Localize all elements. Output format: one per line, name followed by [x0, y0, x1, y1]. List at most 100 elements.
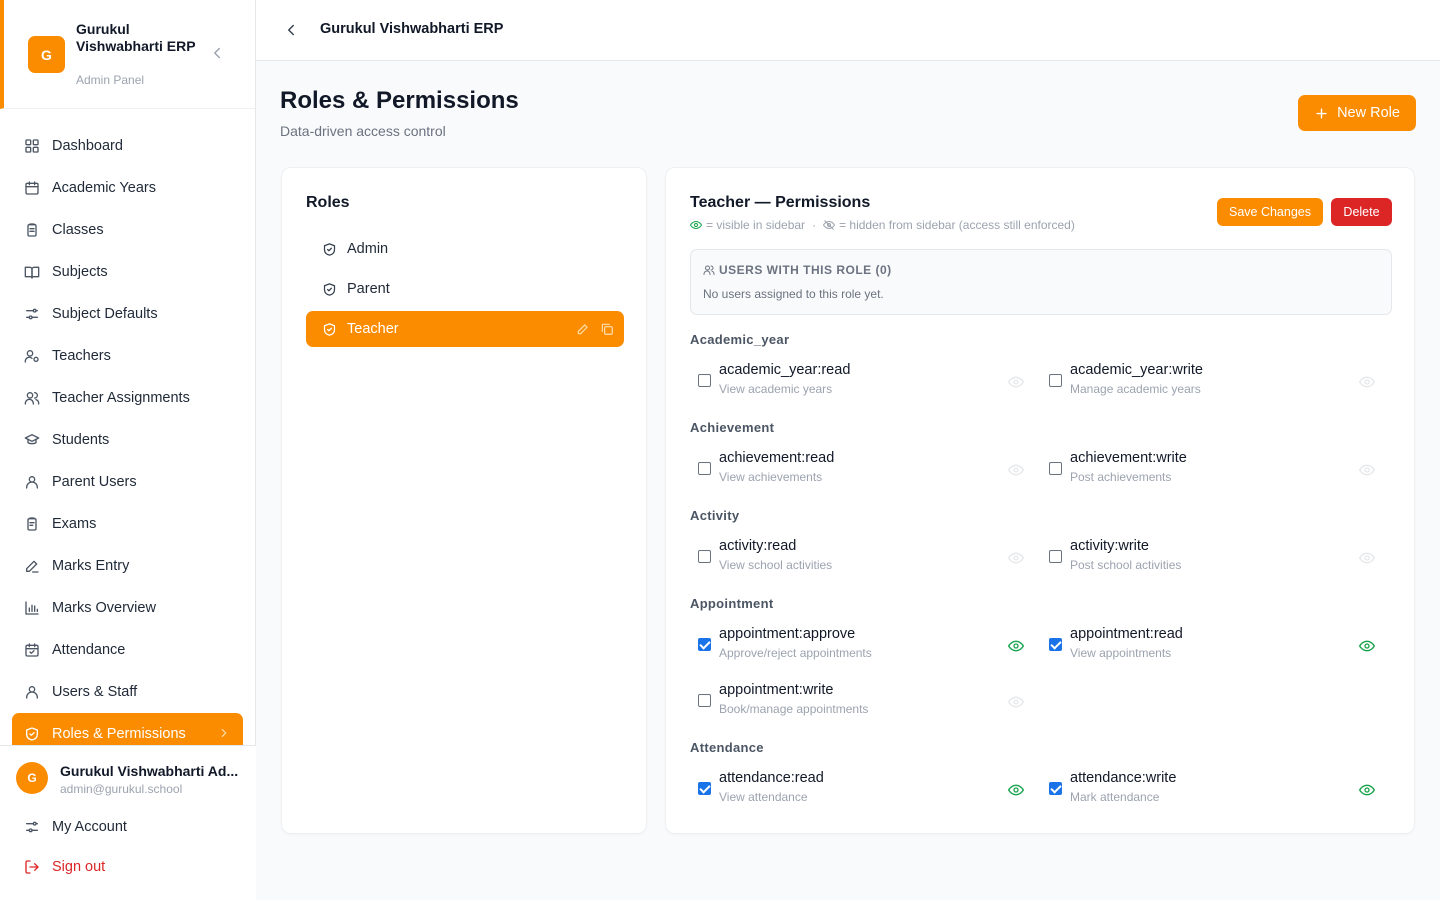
- sidebar-item-label: Subjects: [52, 264, 108, 280]
- sign-out-link[interactable]: Sign out: [24, 857, 105, 877]
- permission-description: View school activities: [719, 558, 833, 572]
- graduation-cap-icon: [24, 432, 40, 448]
- sliders-icon: [24, 306, 40, 322]
- sidebar-item-10[interactable]: Marks Entry: [12, 545, 243, 587]
- permission-checkbox[interactable]: [698, 462, 711, 475]
- eye-off-icon: [823, 219, 836, 231]
- delete-role-button[interactable]: Delete: [1331, 198, 1392, 226]
- my-account-link[interactable]: My Account: [24, 817, 127, 837]
- permission-name: attendance:write: [1070, 770, 1177, 786]
- sidebar-item-14[interactable]: Roles & Permissions: [12, 713, 243, 745]
- sidebar-item-9[interactable]: Exams: [12, 503, 243, 545]
- permission-item: achievement:write Post achievements: [1041, 450, 1376, 490]
- sidebar-item-4[interactable]: Subject Defaults: [12, 293, 243, 335]
- eye-icon[interactable]: [1008, 373, 1025, 390]
- sidebar-item-12[interactable]: Attendance: [12, 629, 243, 671]
- role-name: Teacher: [347, 321, 399, 337]
- permission-checkbox[interactable]: [1049, 782, 1062, 795]
- permission-item: attendance:write Mark attendance: [1041, 770, 1376, 810]
- pen-icon: [24, 558, 40, 574]
- sidebar-item-label: Subject Defaults: [52, 306, 158, 322]
- roles-panel: Roles Admin Parent Teacher: [281, 167, 647, 834]
- role-item[interactable]: Teacher: [306, 311, 624, 347]
- permission-description: View appointments: [1070, 646, 1172, 660]
- permission-checkbox[interactable]: [1049, 550, 1062, 563]
- sidebar-nav: Dashboard Academic Years Classes Subjects Su…: [12, 125, 243, 745]
- permission-checkbox[interactable]: [698, 782, 711, 795]
- permission-description: Approve/reject appointments: [719, 646, 872, 660]
- permission-checkbox[interactable]: [698, 374, 711, 387]
- book-icon: [24, 264, 40, 280]
- permission-item: activity:write Post school activities: [1041, 538, 1376, 578]
- legend-separator: ·: [812, 218, 817, 232]
- eye-icon[interactable]: [1008, 637, 1025, 654]
- permission-checkbox[interactable]: [698, 550, 711, 563]
- permission-description: Post school activities: [1070, 558, 1182, 572]
- permission-name: appointment:approve: [719, 626, 856, 642]
- sidebar-item-label: Exams: [52, 516, 97, 532]
- permission-name: appointment:write: [719, 682, 834, 698]
- eye-icon[interactable]: [1359, 549, 1376, 566]
- permission-description: Manage academic years: [1070, 382, 1201, 396]
- role-name: Admin: [347, 241, 389, 257]
- user-block: G Gurukul Vishwabharti Ad... admin@guruk…: [0, 745, 256, 900]
- sidebar-item-6[interactable]: Teacher Assignments: [12, 377, 243, 419]
- edit-role-button[interactable]: [576, 322, 590, 336]
- sidebar-item-8[interactable]: Parent Users: [12, 461, 243, 503]
- topbar-title: Gurukul Vishwabharti ERP: [320, 21, 504, 37]
- user-icon: [24, 474, 40, 490]
- sidebar-item-5[interactable]: Teachers: [12, 335, 243, 377]
- clipboard-list-icon: [24, 516, 40, 532]
- user-name: Gurukul Vishwabharti Ad...: [60, 763, 239, 779]
- role-item[interactable]: Parent: [306, 271, 624, 307]
- brand-subtitle: Admin Panel: [76, 73, 145, 87]
- sidebar-item-7[interactable]: Students: [12, 419, 243, 461]
- dashboard-icon: [24, 138, 40, 154]
- eye-icon[interactable]: [1359, 373, 1376, 390]
- sidebar-item-11[interactable]: Marks Overview: [12, 587, 243, 629]
- eye-icon[interactable]: [1008, 781, 1025, 798]
- collapse-sidebar-button[interactable]: [208, 44, 226, 62]
- sidebar-item-3[interactable]: Subjects: [12, 251, 243, 293]
- permissions-panel-title: Teacher — Permissions: [690, 194, 871, 211]
- users-icon: [24, 390, 40, 406]
- permission-item: attendance:read View attendance: [690, 770, 1025, 810]
- permission-checkbox[interactable]: [1049, 638, 1062, 651]
- permission-name: academic_year:read: [719, 362, 851, 378]
- permission-checkbox[interactable]: [1049, 374, 1062, 387]
- eye-icon[interactable]: [1008, 693, 1025, 710]
- permission-name: achievement:write: [1070, 450, 1187, 466]
- user-cog-icon: [24, 348, 40, 364]
- new-role-button[interactable]: New Role: [1298, 95, 1416, 131]
- sidebar-item-0[interactable]: Dashboard: [12, 125, 243, 167]
- eye-icon[interactable]: [1359, 781, 1376, 798]
- shield-icon: [322, 242, 337, 257]
- sidebar-item-13[interactable]: Users & Staff: [12, 671, 243, 713]
- sidebar-item-2[interactable]: Classes: [12, 209, 243, 251]
- sidebar-item-label: Academic Years: [52, 180, 156, 196]
- eye-icon[interactable]: [1359, 461, 1376, 478]
- eye-icon[interactable]: [1359, 637, 1376, 654]
- save-changes-button[interactable]: Save Changes: [1217, 198, 1323, 226]
- permission-item: appointment:write Book/manage appointment…: [690, 682, 1025, 722]
- permission-checkbox[interactable]: [698, 694, 711, 707]
- back-button[interactable]: [282, 21, 300, 39]
- brand-header: G Gurukul Vishwabharti ERP Admin Panel: [0, 0, 255, 109]
- sidebar-item-label: Marks Entry: [52, 558, 130, 574]
- shield-icon: [322, 282, 337, 297]
- eye-icon[interactable]: [1008, 549, 1025, 566]
- chevron-left-icon: [214, 47, 220, 59]
- chevron-right-icon: [217, 726, 231, 740]
- new-role-label: New Role: [1337, 105, 1400, 121]
- role-item[interactable]: Admin: [306, 231, 624, 267]
- eye-icon[interactable]: [1008, 461, 1025, 478]
- sidebar-item-label: Parent Users: [52, 474, 137, 490]
- shield-icon: [24, 726, 40, 742]
- user-email: admin@gurukul.school: [60, 782, 183, 796]
- sidebar-item-label: Roles & Permissions: [52, 726, 186, 742]
- duplicate-role-button[interactable]: [600, 322, 614, 336]
- sidebar-item-1[interactable]: Academic Years: [12, 167, 243, 209]
- permission-checkbox[interactable]: [1049, 462, 1062, 475]
- sign-out-label: Sign out: [52, 859, 106, 875]
- permission-checkbox[interactable]: [698, 638, 711, 651]
